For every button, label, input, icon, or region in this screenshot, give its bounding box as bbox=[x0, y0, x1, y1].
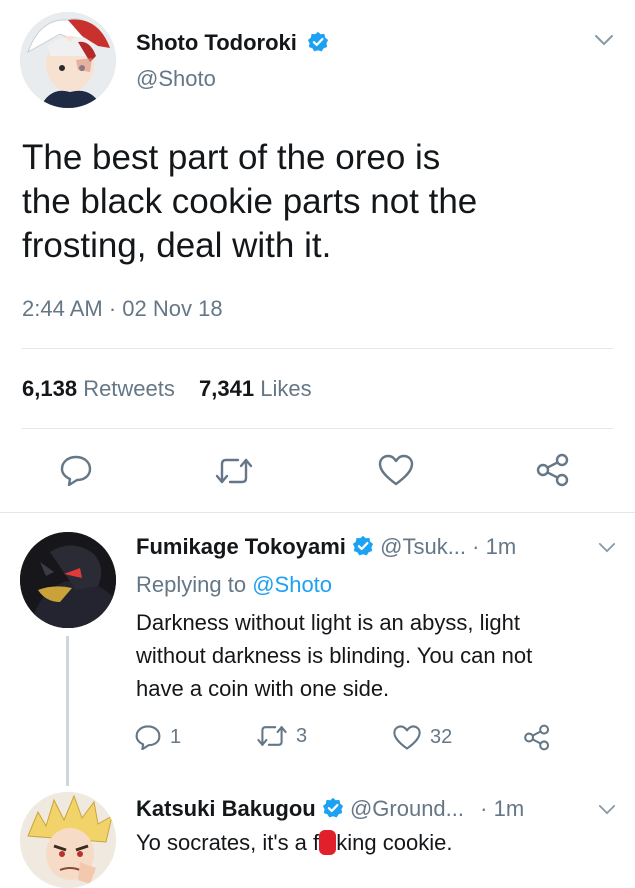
handle[interactable]: @Shoto bbox=[136, 66, 216, 92]
reply-text: Yo socrates, it's a f**king cookie. bbox=[136, 830, 452, 856]
verified-badge-icon bbox=[352, 536, 374, 556]
reply-header: Fumikage Tokoyami @Tsuk... · 1m bbox=[136, 534, 516, 560]
reply-icon[interactable] bbox=[59, 454, 93, 486]
tweet-time: 2:44 AM bbox=[22, 296, 103, 321]
share-icon[interactable] bbox=[534, 453, 572, 487]
tweet-text-line: the black cookie parts not the bbox=[22, 182, 478, 221]
reply-text-line: Darkness without light is an abyss, ligh… bbox=[136, 610, 520, 635]
tokoyami-avatar-image bbox=[20, 532, 116, 628]
timestamp[interactable]: 2:44 AM · 02 Nov 18 bbox=[22, 296, 223, 322]
author-name-row: Shoto Todoroki bbox=[136, 30, 329, 56]
share-icon[interactable] bbox=[522, 724, 552, 751]
display-name[interactable]: Shoto Todoroki bbox=[136, 30, 297, 55]
replying-to: Replying to @Shoto bbox=[136, 572, 332, 598]
divider bbox=[22, 348, 613, 349]
bakugou-avatar-image bbox=[20, 792, 116, 888]
engagement-stats: 6,138 Retweets 7,341 Likes bbox=[22, 376, 312, 402]
retweet-icon[interactable] bbox=[214, 456, 254, 486]
retweets-stat[interactable]: 6,138 Retweets bbox=[22, 376, 181, 401]
likes-label: Likes bbox=[260, 376, 312, 401]
chevron-down-icon[interactable] bbox=[594, 34, 614, 46]
reply-time: · 1m bbox=[472, 534, 517, 559]
retweets-count: 6,138 bbox=[22, 376, 78, 401]
tweet-text-line: frosting, deal with it. bbox=[22, 226, 332, 265]
reply-header: Katsuki Bakugou @Ground... · 1m bbox=[136, 796, 524, 822]
likes-count: 7,341 bbox=[199, 376, 255, 401]
retweet-action[interactable]: 3 bbox=[256, 724, 307, 748]
reply-time: · 1m bbox=[480, 796, 525, 821]
section-divider bbox=[0, 512, 635, 513]
reply-text-after: king cookie. bbox=[336, 830, 453, 855]
tweet-text-line: The best part of the oreo is bbox=[22, 138, 441, 177]
avatar[interactable] bbox=[20, 532, 116, 628]
avatar[interactable] bbox=[20, 12, 116, 108]
handle[interactable]: @Ground... bbox=[350, 796, 464, 821]
tweet-text: The best part of the oreo is the black c… bbox=[22, 136, 477, 268]
retweet-count: 3 bbox=[296, 724, 308, 747]
reply-text-before: Yo socrates, it's a f bbox=[136, 830, 320, 855]
avatar[interactable] bbox=[20, 792, 116, 888]
likes-stat[interactable]: 7,341 Likes bbox=[199, 376, 312, 401]
replying-to-label: Replying to bbox=[136, 572, 247, 597]
display-name[interactable]: Fumikage Tokoyami bbox=[136, 534, 346, 559]
chevron-down-icon[interactable] bbox=[598, 804, 616, 815]
reply-text: Darkness without light is an abyss, ligh… bbox=[136, 606, 532, 705]
reply-text-line: have a coin with one side. bbox=[136, 676, 390, 701]
like-heart-icon[interactable] bbox=[377, 453, 415, 487]
retweet-icon bbox=[257, 726, 287, 746]
todoroki-avatar-image bbox=[20, 12, 116, 108]
display-name[interactable]: Katsuki Bakugou bbox=[136, 796, 316, 821]
tweet-date: 02 Nov 18 bbox=[122, 296, 223, 321]
like-heart-icon bbox=[393, 725, 421, 750]
divider bbox=[22, 428, 613, 429]
thread-line bbox=[66, 636, 69, 786]
retweets-label: Retweets bbox=[83, 376, 175, 401]
reply-count: 1 bbox=[170, 725, 182, 748]
reply-text-line: without darkness is blinding. You can no… bbox=[136, 643, 533, 668]
verified-badge-icon bbox=[322, 798, 343, 818]
like-action[interactable]: 32 bbox=[392, 724, 452, 751]
replying-to-handle[interactable]: @Shoto bbox=[252, 572, 332, 597]
censor-scribble: ** bbox=[319, 830, 337, 855]
verified-badge-icon bbox=[307, 32, 329, 52]
handle[interactable]: @Tsuk... bbox=[380, 534, 466, 559]
reply-action[interactable]: 1 bbox=[134, 724, 181, 750]
chevron-down-icon[interactable] bbox=[598, 542, 616, 553]
separator-dot: · bbox=[108, 296, 117, 321]
reply-icon bbox=[135, 725, 161, 750]
like-count: 32 bbox=[430, 726, 453, 748]
